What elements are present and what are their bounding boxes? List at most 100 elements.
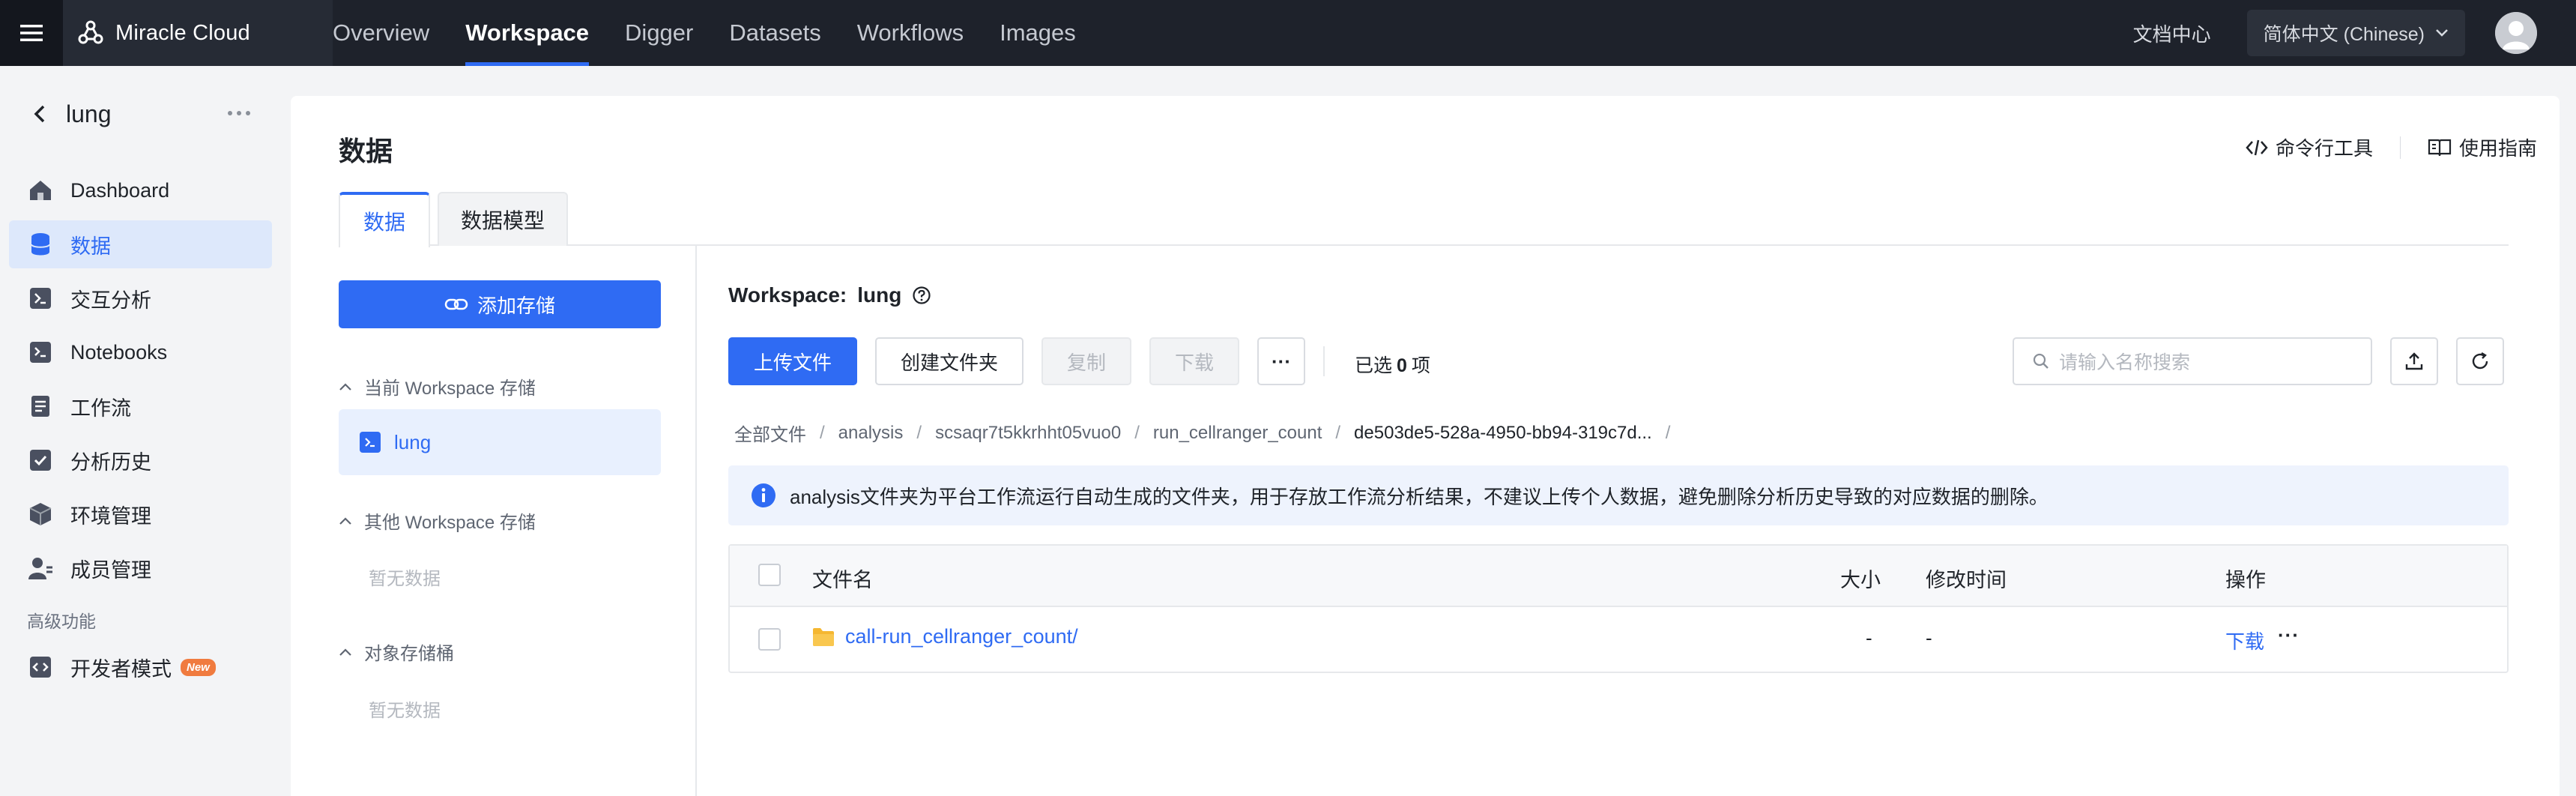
group-label: 当前 Workspace 存储: [364, 379, 536, 399]
refresh-icon: [2472, 352, 2488, 370]
group-other-workspace[interactable]: 其他 Workspace 存储: [339, 507, 536, 534]
main-content: 数据 命令行工具 使用指南 数据 数据模型 添加存储 当前 Workspace …: [291, 96, 2560, 796]
book-icon: [2428, 139, 2452, 156]
user-guide-label: 使用指南: [2458, 137, 2537, 160]
row-download-link[interactable]: 下载: [2225, 627, 2264, 654]
sidebar-item-dashboard[interactable]: Dashboard: [9, 166, 272, 214]
language-label: 简体中文 (Chinese): [2263, 24, 2425, 45]
brand[interactable]: Miracle Cloud: [63, 0, 333, 66]
database-icon: [28, 232, 52, 256]
workspace-title: lung: [66, 100, 112, 127]
file-name-link[interactable]: call-run_cellranger_count/: [812, 625, 1078, 648]
sidebar-item-label: 成员管理: [70, 558, 151, 582]
divider: [2399, 136, 2401, 159]
create-folder-button[interactable]: 创建文件夹: [875, 337, 1024, 385]
user-guide-button[interactable]: 使用指南: [2428, 133, 2537, 161]
empty-state: 暂无数据: [369, 569, 441, 589]
sidebar-item-members[interactable]: 成员管理: [9, 544, 272, 592]
sidebar-item-label: 环境管理: [70, 504, 151, 528]
home-icon: [28, 178, 52, 202]
sidebar-item-workflow[interactable]: 工作流: [9, 382, 272, 430]
folder-icon: [813, 627, 834, 646]
sidebar-item-environment[interactable]: 环境管理: [9, 490, 272, 538]
help-icon[interactable]: [912, 286, 931, 305]
table-row[interactable]: call-run_cellranger_count/ - - 下载 ···: [730, 607, 2507, 672]
brand-logo-icon: [78, 20, 103, 44]
sidebar-item-analysis-history[interactable]: 分析历史: [9, 436, 272, 484]
breadcrumb-item[interactable]: analysis: [838, 423, 904, 444]
breadcrumb-item[interactable]: run_cellranger_count: [1153, 423, 1322, 444]
row-checkbox[interactable]: [758, 628, 781, 651]
nav-right: 文档中心 简体中文 (Chinese): [2133, 0, 2576, 66]
language-select[interactable]: 简体中文 (Chinese): [2246, 10, 2465, 56]
breadcrumb-current: de503de5-528a-4950-bb94-319c7d...: [1354, 422, 1652, 443]
upload-icon: [2405, 352, 2423, 370]
chevron-up-icon: [339, 382, 351, 391]
storage-item-lung[interactable]: lung: [339, 409, 661, 475]
nav-tab-workspace[interactable]: Workspace: [465, 0, 589, 66]
nav-tab-datasets[interactable]: Datasets: [729, 0, 820, 66]
file-name: call-run_cellranger_count/: [845, 625, 1078, 648]
back-arrow-icon[interactable]: [30, 103, 49, 125]
sidebar-item-developer-mode[interactable]: 开发者模式 New: [9, 643, 272, 691]
select-all-checkbox[interactable]: [758, 564, 781, 586]
top-navbar: Miracle Cloud Overview Workspace Digger …: [0, 0, 2576, 66]
search-icon: [2033, 353, 2049, 369]
header-tools: 命令行工具 使用指南: [2246, 133, 2537, 161]
download-button[interactable]: 下载: [1149, 337, 1239, 385]
workflow-icon: [28, 394, 52, 418]
doc-center-link[interactable]: 文档中心: [2133, 19, 2211, 47]
user-avatar[interactable]: [2495, 12, 2537, 54]
chevron-down-icon: [2436, 29, 2448, 37]
more-icon[interactable]: [220, 102, 258, 124]
divider: [1323, 346, 1325, 376]
breadcrumb-item[interactable]: 全部文件: [734, 420, 806, 446]
col-size[interactable]: 大小: [1840, 564, 1881, 593]
terminal-icon: [28, 286, 52, 310]
group-label: 其他 Workspace 存储: [364, 513, 536, 533]
group-object-storage[interactable]: 对象存储桶: [339, 639, 454, 665]
selected-suffix: 项: [1411, 355, 1430, 376]
info-notice: analysis文件夹为平台工作流运行自动生成的文件夹，用于存放工作流分析结果，…: [728, 465, 2509, 525]
nav-tab-images[interactable]: Images: [1000, 0, 1076, 66]
empty-state: 暂无数据: [369, 701, 441, 721]
tab-data[interactable]: 数据: [339, 192, 430, 247]
hamburger-menu-icon[interactable]: [0, 0, 63, 66]
upload-file-button[interactable]: 上传文件: [728, 337, 857, 385]
sidebar-item-label: 工作流: [70, 397, 131, 420]
search-placeholder: 请输入名称搜索: [2059, 352, 2191, 373]
col-name[interactable]: 文件名: [812, 564, 873, 593]
nav-tab-digger[interactable]: Digger: [625, 0, 693, 66]
more-actions-button[interactable]: ···: [1257, 337, 1305, 385]
content-tabs: 数据 数据模型: [339, 192, 2509, 247]
row-more-button[interactable]: ···: [2278, 624, 2300, 647]
sidebar-item-label: 交互分析: [70, 289, 151, 312]
tab-data-model[interactable]: 数据模型: [438, 192, 568, 246]
group-current-workspace[interactable]: 当前 Workspace 存储: [339, 373, 536, 399]
sidebar: lung Dashboard 数据 交互分析 Notebooks 工作流 分析历…: [0, 66, 283, 796]
cli-tool-button[interactable]: 命令行工具: [2246, 133, 2373, 161]
col-modified[interactable]: 修改时间: [1926, 564, 2007, 593]
chevron-up-icon: [339, 648, 351, 656]
nav-tab-workflows[interactable]: Workflows: [857, 0, 964, 66]
history-icon: [28, 448, 52, 472]
sidebar-item-label: 数据: [70, 235, 111, 258]
brand-name: Miracle Cloud: [115, 20, 250, 45]
link-icon: [444, 298, 468, 310]
code-icon: [2246, 139, 2268, 155]
breadcrumb-item[interactable]: scsaqr7t5kkrhht05vuo0: [935, 423, 1121, 444]
nav-tab-overview[interactable]: Overview: [333, 0, 429, 66]
group-label: 对象存储桶: [364, 644, 454, 664]
members-icon: [28, 556, 52, 580]
sidebar-item-interactive-analysis[interactable]: 交互分析: [9, 274, 272, 322]
sidebar-item-data[interactable]: 数据: [9, 220, 272, 268]
upload-icon-button[interactable]: [2390, 337, 2438, 385]
col-actions: 操作: [2225, 569, 2266, 591]
selected-prefix: 已选: [1355, 355, 1393, 376]
add-storage-button[interactable]: 添加存储: [339, 280, 661, 328]
sidebar-item-notebooks[interactable]: Notebooks: [9, 328, 272, 376]
copy-button[interactable]: 复制: [1041, 337, 1131, 385]
search-input[interactable]: 请输入名称搜索: [2013, 337, 2372, 385]
refresh-button[interactable]: [2456, 337, 2504, 385]
page-title: 数据: [339, 136, 393, 166]
